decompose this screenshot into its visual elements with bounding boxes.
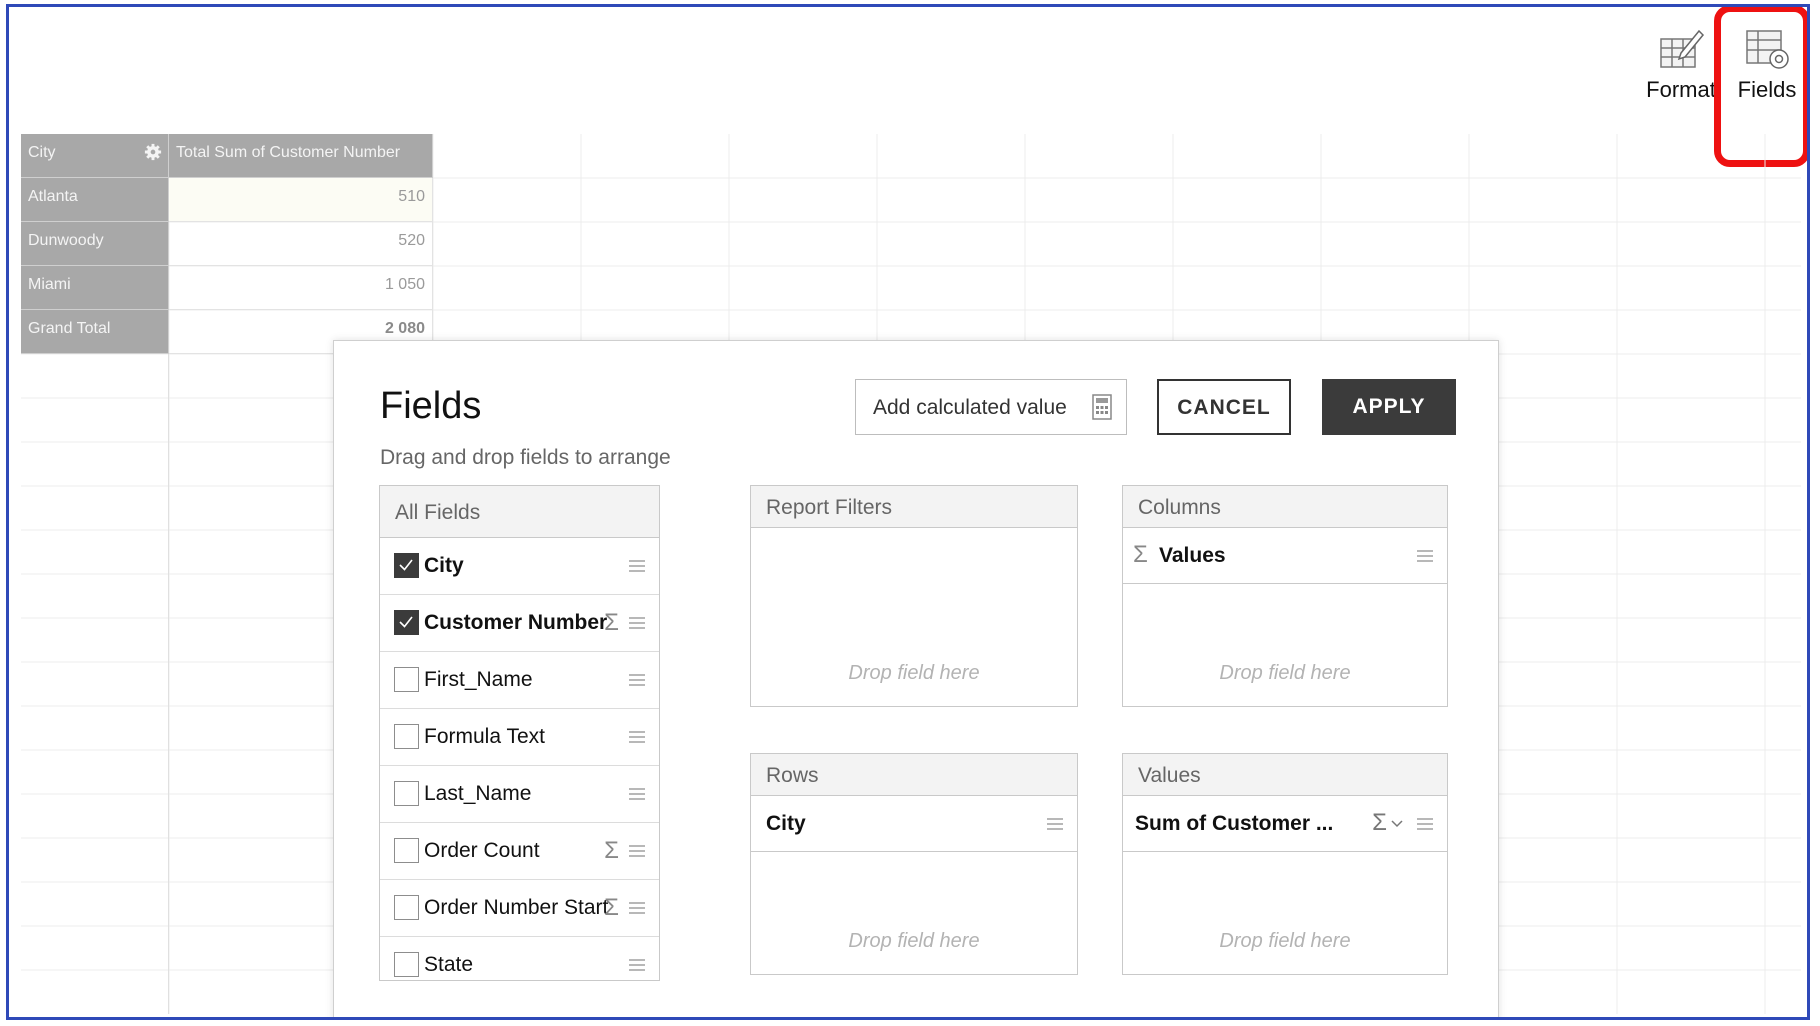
cancel-button[interactable]: CANCEL bbox=[1157, 379, 1291, 435]
add-calculated-value-button[interactable]: Add calculated value bbox=[855, 379, 1127, 435]
values-drop-zone[interactable]: Drop field here bbox=[1123, 930, 1447, 953]
checkbox-checked[interactable] bbox=[394, 610, 419, 635]
rows-field-city[interactable]: City bbox=[751, 796, 1077, 852]
calculator-icon bbox=[1092, 394, 1112, 420]
sigma-icon: Σ bbox=[604, 837, 619, 864]
field-item-city[interactable]: City bbox=[380, 538, 659, 595]
drag-handle-icon[interactable] bbox=[1047, 818, 1063, 830]
columns-drop-zone[interactable]: Drop field here bbox=[1123, 662, 1447, 685]
values-heading: Values bbox=[1123, 754, 1447, 796]
grand-total-value: 2 080 bbox=[384, 320, 425, 337]
drag-handle-icon[interactable] bbox=[629, 845, 645, 857]
checkbox-unchecked[interactable] bbox=[394, 895, 419, 920]
drag-handle-icon[interactable] bbox=[629, 959, 645, 971]
columns-panel[interactable]: Columns Σ Values Drop field here bbox=[1122, 485, 1448, 707]
check-icon bbox=[399, 616, 413, 628]
values-field-sum-customer[interactable]: Sum of Customer ... Σ bbox=[1123, 796, 1447, 852]
field-item-formula-text[interactable]: Formula Text bbox=[380, 709, 659, 766]
field-item-customer-number[interactable]: Customer Number Σ bbox=[380, 595, 659, 652]
field-label: Customer Number bbox=[424, 611, 608, 634]
cell-value: 520 bbox=[398, 232, 425, 249]
value-header-label: Total Sum of Customer Number bbox=[176, 144, 401, 161]
drag-handle-icon[interactable] bbox=[1417, 818, 1433, 830]
sigma-dropdown-icon[interactable]: Σ bbox=[1372, 809, 1387, 837]
app-frame: Format Fields City Total Sum of Customer… bbox=[6, 4, 1810, 1020]
row-header-city[interactable]: City bbox=[21, 134, 169, 178]
value-cell[interactable]: 520 bbox=[169, 222, 433, 266]
field-label: Last_Name bbox=[424, 782, 532, 805]
report-filters-heading: Report Filters bbox=[751, 486, 1077, 528]
field-label: State bbox=[424, 953, 474, 976]
value-cell[interactable]: 510 bbox=[169, 178, 433, 222]
field-item-state[interactable]: State bbox=[380, 937, 659, 980]
checkbox-unchecked[interactable] bbox=[394, 667, 419, 692]
cell-value: 510 bbox=[398, 188, 425, 205]
field-label: Formula Text bbox=[424, 725, 545, 748]
format-icon bbox=[1660, 29, 1705, 68]
drag-handle-icon[interactable] bbox=[1417, 550, 1433, 562]
format-tool-button[interactable]: Format bbox=[1636, 27, 1726, 103]
check-icon bbox=[399, 559, 413, 571]
rows-panel[interactable]: Rows City Drop field here bbox=[750, 753, 1078, 975]
checkbox-unchecked[interactable] bbox=[394, 781, 419, 806]
values-field-label: Sum of Customer ... bbox=[1135, 812, 1334, 835]
checkbox-unchecked[interactable] bbox=[394, 724, 419, 749]
drag-handle-icon[interactable] bbox=[629, 560, 645, 572]
row-label: Miami bbox=[28, 276, 71, 293]
row-label: Dunwoody bbox=[28, 232, 104, 249]
report-filters-drop-zone[interactable]: Drop field here bbox=[751, 662, 1077, 685]
fields-dialog: Fields Drag and drop fields to arrange A… bbox=[333, 340, 1499, 1017]
row-label-cell[interactable]: Dunwoody bbox=[21, 222, 169, 266]
all-fields-heading: All Fields bbox=[380, 486, 659, 538]
field-item-order-number-start[interactable]: Order Number Start Σ bbox=[380, 880, 659, 937]
row-header-label: City bbox=[28, 144, 56, 161]
apply-button[interactable]: APPLY bbox=[1322, 379, 1456, 435]
report-filters-panel[interactable]: Report Filters Drop field here bbox=[750, 485, 1078, 707]
cell-value: 1 050 bbox=[384, 276, 425, 293]
row-label: Atlanta bbox=[28, 188, 78, 205]
grand-total-label-cell[interactable]: Grand Total bbox=[21, 310, 169, 354]
sigma-icon: Σ bbox=[604, 894, 619, 921]
field-item-last-name[interactable]: Last_Name bbox=[380, 766, 659, 823]
sigma-icon: Σ bbox=[1133, 541, 1148, 568]
sigma-icon: Σ bbox=[604, 609, 619, 636]
columns-field-label: Values bbox=[1159, 544, 1226, 567]
field-label: Order Count bbox=[424, 839, 540, 862]
format-label: Format bbox=[1646, 77, 1716, 102]
grand-total-label: Grand Total bbox=[28, 320, 111, 337]
checkbox-unchecked[interactable] bbox=[394, 952, 419, 977]
gear-icon[interactable] bbox=[144, 143, 162, 161]
field-item-order-count[interactable]: Order Count Σ bbox=[380, 823, 659, 880]
rows-drop-zone[interactable]: Drop field here bbox=[751, 930, 1077, 953]
rows-field-label: City bbox=[766, 812, 806, 835]
drag-handle-icon[interactable] bbox=[629, 902, 645, 914]
field-label: First_Name bbox=[424, 668, 533, 691]
field-label: Order Number Start bbox=[424, 896, 609, 919]
all-fields-panel: All Fields City Customer Number Σ First_… bbox=[379, 485, 660, 981]
columns-heading: Columns bbox=[1123, 486, 1447, 528]
drag-handle-icon[interactable] bbox=[629, 617, 645, 629]
value-header[interactable]: Total Sum of Customer Number bbox=[169, 134, 433, 178]
checkbox-unchecked[interactable] bbox=[394, 838, 419, 863]
value-cell[interactable]: 1 050 bbox=[169, 266, 433, 310]
drag-handle-icon[interactable] bbox=[629, 674, 645, 686]
dialog-title: Fields bbox=[380, 385, 482, 427]
row-column-filler bbox=[21, 354, 169, 1014]
drag-handle-icon[interactable] bbox=[629, 788, 645, 800]
dialog-subtitle: Drag and drop fields to arrange bbox=[380, 446, 671, 469]
row-label-cell[interactable]: Miami bbox=[21, 266, 169, 310]
drag-handle-icon[interactable] bbox=[629, 731, 645, 743]
checkbox-checked[interactable] bbox=[394, 553, 419, 578]
chevron-down-icon[interactable] bbox=[1391, 820, 1403, 828]
values-panel[interactable]: Values Sum of Customer ... Σ Drop field … bbox=[1122, 753, 1448, 975]
row-label-cell[interactable]: Atlanta bbox=[21, 178, 169, 222]
columns-field-values[interactable]: Σ Values bbox=[1123, 528, 1447, 584]
field-label: City bbox=[424, 554, 464, 577]
field-item-first-name[interactable]: First_Name bbox=[380, 652, 659, 709]
add-calculated-label: Add calculated value bbox=[873, 396, 1067, 419]
rows-heading: Rows bbox=[751, 754, 1077, 796]
